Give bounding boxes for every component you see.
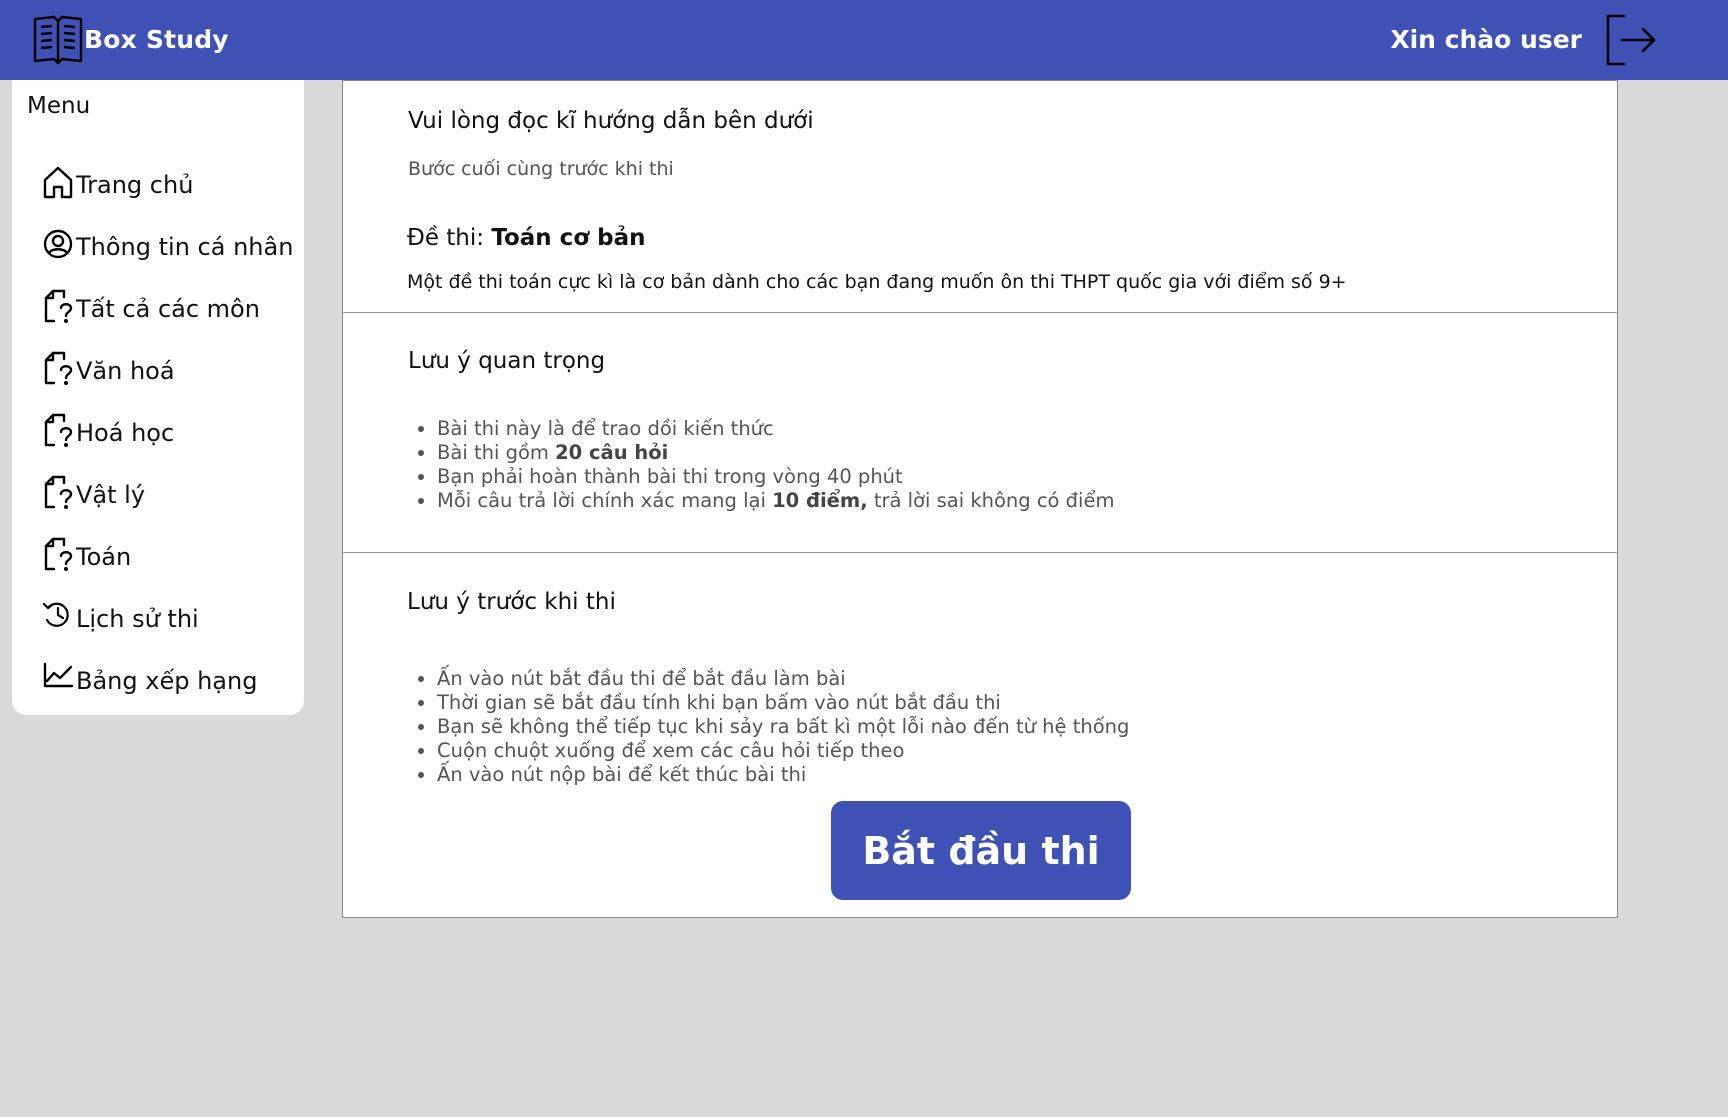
instructions-title: Vui lòng đọc kĩ hướng dẫn bên dưới: [408, 108, 814, 134]
sidebar-item-label: Toán: [76, 543, 132, 571]
sidebar-item-leaderboard[interactable]: Bảng xếp hạng: [42, 658, 292, 698]
logout-icon[interactable]: [1602, 12, 1658, 68]
sidebar-item-exam-history[interactable]: Lịch sử thi: [42, 596, 292, 636]
sidebar-item-label: Văn hoá: [76, 357, 175, 385]
brand-name[interactable]: Box Study: [84, 25, 229, 54]
list-item: Mỗi câu trả lời chính xác mang lại 10 đi…: [437, 489, 1114, 513]
exam-description: Một đề thi toán cực kì là cơ bản dành ch…: [407, 271, 1347, 293]
history-icon: [42, 602, 69, 627]
important-notes-title: Lưu ý quan trọng: [408, 348, 606, 374]
before-exam-notes-list: Ấn vào nút bắt đầu thi để bắt đầu làm bà…: [408, 667, 1129, 787]
exam-instructions-panel: Vui lòng đọc kĩ hướng dẫn bên dưới Bước …: [342, 80, 1618, 918]
top-header: Box Study Xin chào user: [0, 0, 1728, 80]
file-question-icon: [44, 351, 73, 386]
file-question-icon: [44, 413, 73, 448]
exam-intro-section: Vui lòng đọc kĩ hướng dẫn bên dưới Bước …: [343, 81, 1617, 312]
chart-line-icon: [43, 662, 74, 688]
before-exam-title: Lưu ý trước khi thi: [407, 589, 616, 615]
sidebar-item-math[interactable]: Toán: [42, 534, 292, 574]
important-notes-section: Lưu ý quan trọng Bài thi này là để trao …: [343, 313, 1617, 552]
list-item: Bạn sẽ không thể tiếp tục khi sảy ra bất…: [437, 715, 1129, 739]
important-notes-list: Bài thi này là để trao dồi kiến thức Bài…: [408, 417, 1114, 513]
sidebar-item-label: Bảng xếp hạng: [76, 667, 258, 695]
list-item: Cuộn chuột xuống để xem các câu hỏi tiếp…: [437, 739, 1129, 763]
exam-name: Toán cơ bản: [491, 225, 646, 251]
sidebar-item-label: Thông tin cá nhân: [76, 233, 294, 261]
sidebar-item-profile[interactable]: Thông tin cá nhân: [42, 224, 294, 264]
list-item: Ấn vào nút bắt đầu thi để bắt đầu làm bà…: [437, 667, 1129, 691]
instructions-subtitle: Bước cuối cùng trước khi thi: [408, 158, 674, 180]
sidebar-item-chemistry[interactable]: Hoá học: [42, 410, 292, 450]
list-item: Bài thi gồm 20 câu hỏi: [437, 441, 1114, 465]
sidebar-menu: Menu Trang chủ Thông tin cá nhân Tất cả …: [12, 80, 304, 715]
start-exam-button[interactable]: Bắt đầu thi: [831, 801, 1131, 900]
list-item: Bài thi này là để trao dồi kiến thức: [437, 417, 1114, 441]
home-icon: [43, 166, 73, 199]
file-question-icon: [44, 289, 73, 324]
user-greeting: Xin chào user: [1390, 25, 1582, 54]
sidebar-item-home[interactable]: Trang chủ: [42, 162, 292, 202]
list-item: Ấn vào nút nộp bài để kết thúc bài thi: [437, 763, 1129, 787]
book-icon[interactable]: [32, 14, 84, 66]
sidebar-item-label: Lịch sử thi: [76, 605, 199, 633]
sidebar-item-label: Vật lý: [76, 481, 146, 509]
exam-label: Đề thi:: [407, 225, 485, 251]
sidebar-item-literature[interactable]: Văn hoá: [42, 348, 292, 388]
menu-title: Menu: [27, 93, 91, 119]
list-item: Bạn phải hoàn thành bài thi trong vòng 4…: [437, 465, 1114, 489]
sidebar-item-label: Hoá học: [76, 419, 175, 447]
file-question-icon: [44, 475, 73, 510]
exam-name-line: Đề thi: Toán cơ bản: [407, 225, 645, 251]
list-item: Thời gian sẽ bắt đầu tính khi bạn bấm và…: [437, 691, 1129, 715]
sidebar-item-label: Trang chủ: [76, 171, 194, 199]
file-question-icon: [44, 537, 73, 572]
sidebar-item-physics[interactable]: Vật lý: [42, 472, 292, 512]
sidebar-item-all-subjects[interactable]: Tất cả các môn: [42, 286, 292, 326]
sidebar-item-label: Tất cả các môn: [76, 295, 260, 323]
user-circle-icon: [43, 229, 73, 259]
